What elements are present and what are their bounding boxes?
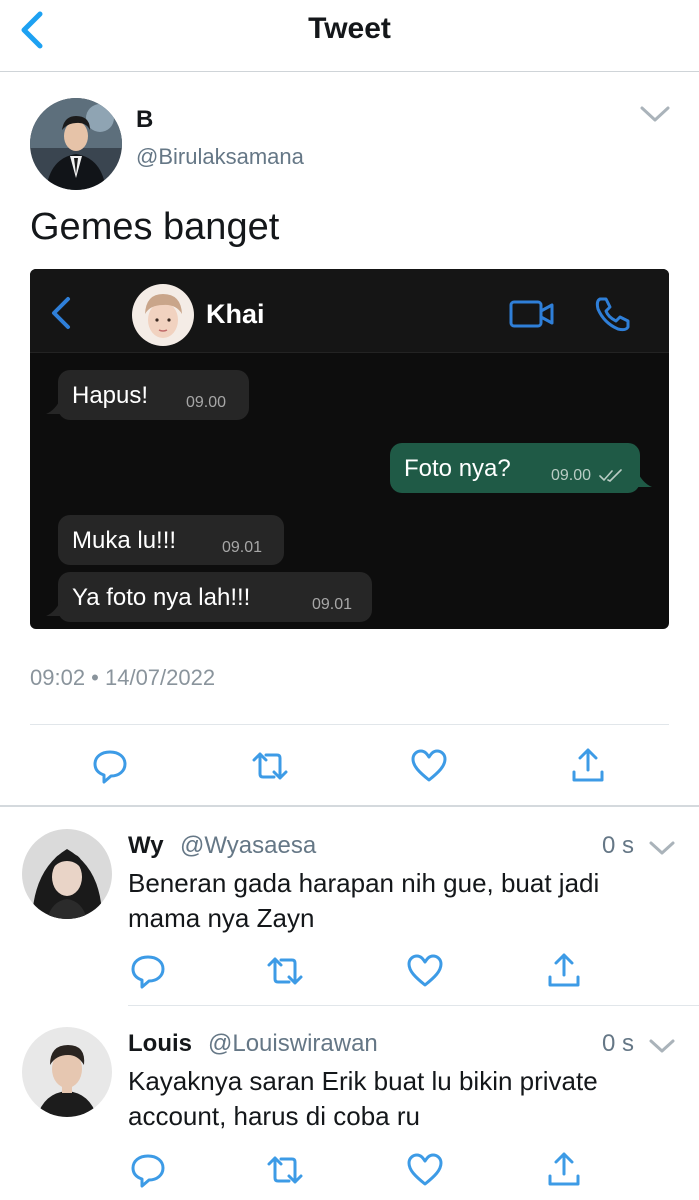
chat-message-text: Muka lu!!! <box>72 527 177 554</box>
share-icon[interactable] <box>544 1150 584 1190</box>
divider <box>128 1005 699 1006</box>
chat-bubble-incoming: Muka lu!!! 09.01 <box>58 515 284 565</box>
chat-message-text: Ya foto nya lah!!! <box>72 584 251 611</box>
like-icon[interactable] <box>405 951 445 991</box>
like-icon[interactable] <box>409 746 449 786</box>
chat-bubble-incoming: Ya foto nya lah!!! 09.01 <box>46 572 372 622</box>
tweet-media-chat-screenshot[interactable]: Khai Hapus! 09.00 Foto nya? 09.00 Muka l… <box>30 269 669 629</box>
reply-text: Beneran gada harapan nih gue, buat jadi … <box>128 868 600 933</box>
share-icon[interactable] <box>544 951 584 991</box>
reply-avatar[interactable] <box>22 829 112 919</box>
author-handle[interactable]: @Birulaksamana <box>136 144 304 170</box>
chevron-down-icon[interactable] <box>648 1034 676 1058</box>
video-call-icon <box>508 297 556 331</box>
retweet-icon[interactable] <box>265 1150 305 1190</box>
author-name[interactable]: B <box>136 106 153 134</box>
like-icon[interactable] <box>405 1150 445 1190</box>
reply-author-handle[interactable]: @Wyasaesa <box>180 832 316 860</box>
reply-author-handle[interactable]: @Louiswirawan <box>208 1030 378 1058</box>
page-title: Tweet <box>308 12 391 45</box>
reply-author-name[interactable]: Wy <box>128 832 164 860</box>
chat-message-time: 09.00 <box>186 394 227 411</box>
read-receipt-icon <box>599 468 623 484</box>
reply-avatar[interactable] <box>22 1027 112 1117</box>
section-divider <box>0 805 699 807</box>
voice-call-icon <box>592 293 634 335</box>
chat-message-text: Hapus! <box>72 382 149 409</box>
share-icon[interactable] <box>568 746 608 786</box>
chat-bubble-outgoing: Foto nya? 09.00 <box>390 443 652 493</box>
more-options-chevron-icon[interactable] <box>638 100 672 128</box>
author-avatar[interactable] <box>30 98 122 190</box>
chat-contact-name: Khai <box>206 299 265 329</box>
chevron-down-icon[interactable] <box>648 836 676 860</box>
navigation-bar: Tweet <box>0 0 699 72</box>
chat-bubble-incoming: Hapus! 09.00 <box>46 370 249 420</box>
reply-time: 0 s <box>602 1030 635 1057</box>
chat-message-time: 09.01 <box>312 596 353 613</box>
chat-back-icon <box>46 293 76 333</box>
chat-message-text: Foto nya? <box>404 455 511 482</box>
reply-author-name[interactable]: Louis <box>128 1030 192 1058</box>
reply-time: 0 s <box>602 832 635 859</box>
divider <box>30 724 669 725</box>
reply-text: Kayaknya saran Erik buat lu bikin privat… <box>128 1066 598 1131</box>
chat-message-time: 09.01 <box>222 539 263 556</box>
reply-icon[interactable] <box>128 1150 168 1190</box>
tweet-text: Gemes banget <box>30 206 280 248</box>
chat-message-time: 09.00 <box>551 467 592 484</box>
tweet-timestamp: 09:02 • 14/07/2022 <box>30 665 216 690</box>
retweet-icon[interactable] <box>250 746 290 786</box>
chat-header: Khai <box>30 269 669 353</box>
reply-icon[interactable] <box>90 746 130 786</box>
chat-contact-avatar <box>132 284 194 346</box>
retweet-icon[interactable] <box>265 951 305 991</box>
reply-icon[interactable] <box>128 951 168 991</box>
